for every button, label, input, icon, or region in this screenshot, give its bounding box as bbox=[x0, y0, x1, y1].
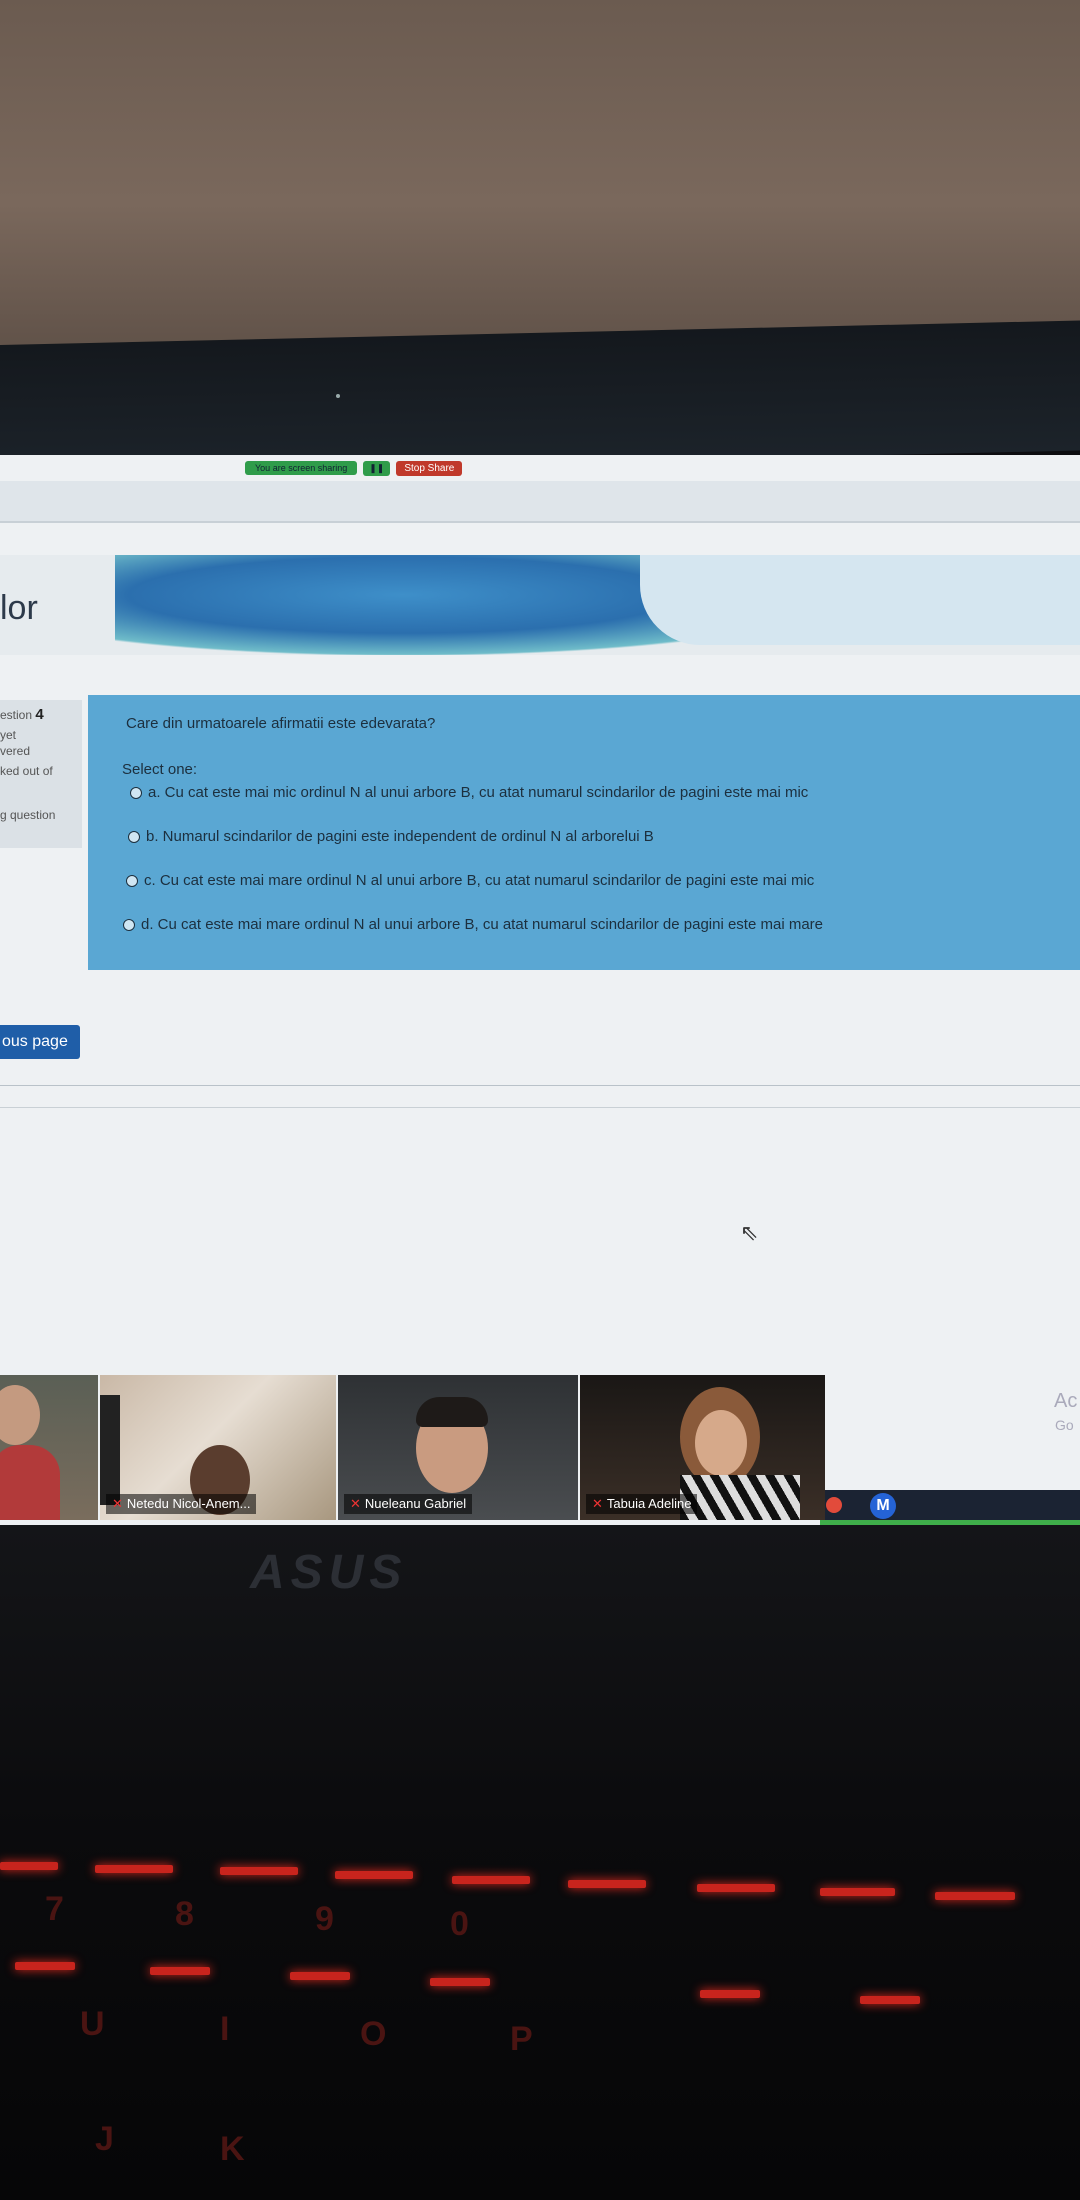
radio-button[interactable] bbox=[126, 874, 138, 887]
muted-mic-icon: ✕ bbox=[112, 1496, 123, 1511]
radio-button[interactable] bbox=[130, 786, 142, 799]
key-glyph: J bbox=[95, 2120, 114, 2158]
monitor-edge bbox=[100, 1395, 120, 1505]
key-glyph: K bbox=[220, 2130, 245, 2168]
question-status-line2: vered bbox=[0, 744, 31, 758]
site-title: lor bbox=[0, 589, 38, 627]
marked-out-of-label: ked out of bbox=[0, 764, 53, 778]
participant-name: ✕ Netedu Nicol-Anem... bbox=[106, 1494, 257, 1514]
malwarebytes-icon[interactable]: M bbox=[870, 1493, 896, 1519]
screen-share-toolbar: You are screen sharing ❚❚ Stop Share bbox=[245, 459, 463, 477]
key-glyph: O bbox=[360, 2015, 387, 2053]
backlit-key bbox=[15, 1962, 75, 1970]
participant-video-tile[interactable] bbox=[0, 1375, 98, 1520]
previous-page-button[interactable]: ous page bbox=[0, 1025, 80, 1059]
participant-shirt bbox=[0, 1445, 60, 1520]
participant-face bbox=[695, 1410, 747, 1476]
answer-option-b[interactable]: b. Numarul scindarilor de pagini este in… bbox=[128, 828, 654, 845]
participant-name: ✕ Tabuia Adeline bbox=[586, 1494, 698, 1514]
laptop-screen: You are screen sharing ❚❚ Stop Share lor… bbox=[0, 455, 1080, 1525]
participant-video-tile[interactable]: ✕ Tabuia Adeline bbox=[580, 1375, 825, 1520]
question-info-panel: estion 4 yet vered ked out of g question bbox=[0, 700, 82, 848]
backlit-key bbox=[820, 1888, 895, 1896]
pause-share-icon[interactable]: ❚❚ bbox=[363, 460, 391, 476]
banner-wave-light bbox=[640, 555, 1080, 645]
backlit-key bbox=[430, 1978, 490, 1986]
windows-taskbar: M bbox=[820, 1490, 1080, 1525]
answer-option-d[interactable]: d. Cu cat este mai mare ordinul N al unu… bbox=[123, 916, 823, 933]
flag-question-link[interactable]: g question bbox=[0, 808, 55, 822]
backlit-key bbox=[335, 1871, 413, 1879]
divider bbox=[0, 1107, 1080, 1108]
radio-button[interactable] bbox=[123, 918, 135, 931]
participant-face bbox=[0, 1385, 40, 1445]
monitor-bezel bbox=[0, 320, 1080, 475]
backlit-key bbox=[568, 1880, 646, 1888]
windows-activation-line1: Ac bbox=[1054, 1390, 1078, 1412]
radio-button[interactable] bbox=[128, 830, 140, 843]
question-status-line1: yet bbox=[0, 728, 17, 742]
mouse-cursor-icon: ⇖ bbox=[740, 1220, 759, 1245]
wall-background bbox=[0, 0, 1080, 370]
key-glyph: P bbox=[510, 2020, 533, 2058]
stop-share-button[interactable]: Stop Share bbox=[396, 460, 463, 476]
backlit-key bbox=[860, 1996, 920, 2004]
participant-striped-shirt bbox=[680, 1475, 800, 1520]
answer-option-a[interactable]: a. Cu cat este mai mic ordinul N al unui… bbox=[130, 784, 808, 801]
participant-name: ✕ Nueleanu Gabriel bbox=[344, 1494, 473, 1514]
key-glyph: I bbox=[220, 2010, 230, 2048]
key-glyph: 8 bbox=[175, 1895, 194, 1933]
participant-video-tile[interactable]: ✕ Nueleanu Gabriel bbox=[338, 1375, 578, 1520]
muted-mic-icon: ✕ bbox=[592, 1496, 603, 1511]
backlit-key bbox=[150, 1967, 210, 1975]
backlit-key bbox=[700, 1990, 760, 1998]
asus-logo: ASUS bbox=[250, 1546, 408, 1599]
laptop-keyboard-deck bbox=[0, 1525, 1080, 2200]
participant-video-tile[interactable]: ✕ Netedu Nicol-Anem... bbox=[100, 1375, 336, 1520]
key-glyph: 0 bbox=[450, 1905, 469, 1943]
backlit-key bbox=[95, 1865, 173, 1873]
key-glyph: U bbox=[80, 2005, 105, 2043]
webcam-dot bbox=[336, 394, 340, 398]
backlit-key bbox=[0, 1862, 58, 1870]
screen-share-status: You are screen sharing bbox=[245, 461, 358, 475]
question-text: Care din urmatoarele afirmatii este edev… bbox=[126, 715, 436, 732]
backlit-key bbox=[290, 1972, 350, 1980]
backlit-key bbox=[935, 1892, 1015, 1900]
key-glyph: 7 bbox=[45, 1890, 64, 1928]
chrome-icon[interactable] bbox=[826, 1497, 842, 1513]
backlit-key bbox=[697, 1884, 775, 1892]
windows-activation-line2: Go bbox=[1055, 1417, 1074, 1433]
participant-hair bbox=[416, 1397, 488, 1427]
select-one-prompt: Select one: bbox=[122, 761, 198, 778]
answer-option-c[interactable]: c. Cu cat este mai mare ordinul N al unu… bbox=[126, 872, 814, 889]
question-box: Care din urmatoarele afirmatii este edev… bbox=[88, 695, 1080, 970]
question-number-label: estion 4 bbox=[0, 706, 44, 723]
browser-top-band bbox=[0, 481, 1080, 523]
backlit-key bbox=[452, 1876, 530, 1884]
key-glyph: 9 bbox=[315, 1900, 334, 1938]
divider bbox=[0, 1085, 1080, 1086]
muted-mic-icon: ✕ bbox=[350, 1496, 361, 1511]
backlit-key bbox=[220, 1867, 298, 1875]
